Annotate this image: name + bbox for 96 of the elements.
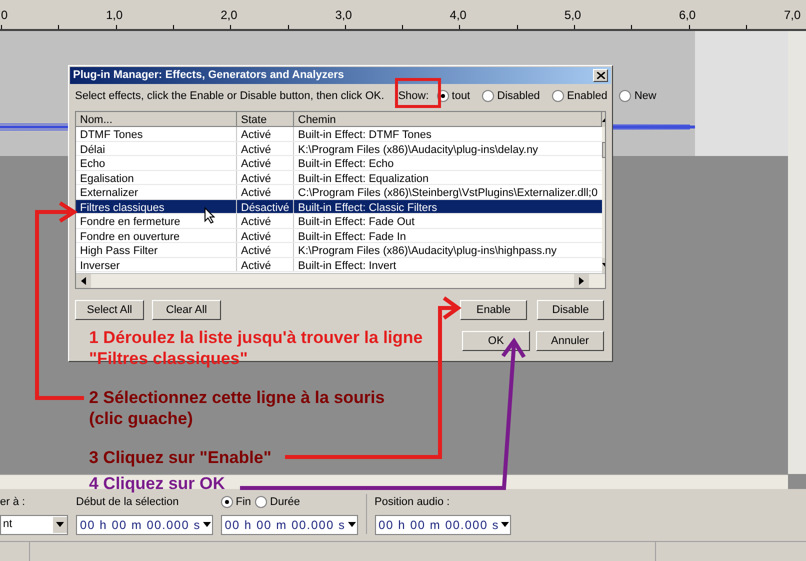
radio-button[interactable] (552, 90, 564, 102)
table-cell: Activé (237, 258, 294, 271)
instruction-step: 4 Cliquez sur OK (89, 473, 226, 494)
table-cell: Délai (76, 142, 237, 155)
radio-label: Durée (270, 495, 300, 510)
plugin-row[interactable]: Egalisation Activé Built-in Effect: Equalization (76, 170, 602, 185)
selection-start-label: Début de la sélection (76, 495, 180, 510)
plugin-row[interactable]: Fondre en ouverture Activé Built-in Effect: Fade In (76, 228, 602, 243)
mouse-pointer-icon (204, 207, 215, 224)
table-cell: Activé (237, 228, 294, 242)
show-label: Show: (398, 88, 429, 104)
cancel-button[interactable]: Annuler (536, 331, 604, 351)
ruler-label: 2,0 (220, 7, 238, 24)
table-cell: High Pass Filter (76, 243, 237, 256)
table-cell: Désactivé (237, 200, 294, 213)
highlight-frame (395, 78, 441, 108)
instruction-step: 3 Cliquez sur "Enable" (89, 447, 272, 468)
table-cell-text: Built-in Effect: Classic Filters (297, 200, 438, 213)
filter-label: Disabled (497, 88, 540, 104)
dropdown-arrow-icon[interactable] (56, 520, 64, 528)
filter-label: tout (452, 88, 470, 104)
timeline-ruler[interactable]: 0 1,0 2,0 3,0 4,0 5,0 6,0 7,0 (0, 0, 806, 31)
time-field[interactable]: 00 h 00 m 00.000 s (374, 514, 512, 534)
snap-label: er à : (0, 495, 26, 510)
ruler-label: 7,0 (784, 7, 801, 24)
table-cell: Fondre en ouverture (76, 228, 237, 242)
table-cell: Inverser (76, 258, 237, 271)
table-cell: DTMF Tones (76, 127, 237, 140)
table-cell: Echo (76, 156, 237, 170)
table-cell: Egalisation (76, 170, 237, 184)
scroll-right-button[interactable] (574, 274, 589, 288)
snap-dropdown[interactable]: nt (0, 514, 68, 534)
column-header[interactable]: State (237, 112, 294, 127)
dropdown-arrow-icon[interactable] (348, 520, 356, 528)
plugin-row[interactable]: High Pass Filter Activé K:\Program Files (x86)\Audacity\plug-ins\highpass.ny (76, 243, 602, 258)
radio-button[interactable] (482, 90, 494, 102)
table-cell: Activé (237, 170, 294, 184)
plugin-row[interactable]: Inverser Activé Built-in Effect: Invert (76, 258, 602, 272)
plugin-row[interactable]: Filtres classiques Désactivé Built-in Effect: Classic Filters (76, 200, 602, 214)
time-field[interactable]: 00 h 00 m 00.000 s (76, 514, 213, 534)
column-header[interactable]: Chemin (294, 112, 602, 127)
table-cell: Activé (237, 185, 294, 198)
table-cell-text: C:\Program Files (x86)\Steinberg\VstPlugins\Externalizer.dll;0 (297, 186, 599, 198)
filter-label: Enabled (566, 88, 608, 104)
table-cell: Activé (237, 156, 294, 170)
time-value: 00 h 00 m 00.000 s (80, 516, 201, 534)
close-button[interactable] (593, 69, 608, 82)
enable-button[interactable]: Enable (460, 300, 527, 320)
table-cell-text: K:\Program Files (x86)\Audacity\plug-ins\highpass.ny (297, 244, 558, 256)
plugin-row[interactable]: Echo Activé Built-in Effect: Echo (76, 156, 602, 170)
vertical-scrollbar[interactable] (788, 31, 806, 156)
list-horizontal-scrollbar[interactable] (76, 273, 605, 288)
ruler-label: 3,0 (335, 7, 352, 24)
time-field[interactable]: 00 h 00 m 00.000 s (220, 514, 358, 534)
ok-button[interactable]: OK (462, 331, 530, 351)
table-cell: Activé (237, 214, 294, 228)
time-value: 00 h 00 m 00.000 s (378, 516, 500, 534)
table-cell-text: Built-in Effect: DTMF Tones (297, 128, 432, 140)
vertical-scrollbar[interactable] (788, 156, 806, 474)
audio-position-label: Position audio : (374, 495, 451, 510)
scroll-left-icon[interactable] (80, 277, 88, 285)
radio-button[interactable] (220, 496, 233, 508)
table-cell: Activé (237, 142, 294, 155)
table-cell-text: Built-in Effect: Fade In (297, 230, 408, 242)
filter-label: New (634, 88, 656, 104)
radio-label: Fin (236, 495, 252, 510)
table-cell: Activé (237, 243, 294, 256)
table-cell-text: Built-in Effect: Equalization (297, 172, 430, 184)
table-cell-text: K:\Program Files (x86)\Audacity\plug-ins\delay.ny (297, 142, 540, 155)
radio-button[interactable] (255, 496, 268, 508)
close-icon (596, 72, 604, 79)
table-cell-text: Built-in Effect: Fade Out (297, 215, 416, 228)
scroll-left-button[interactable] (76, 274, 91, 288)
select-all-button[interactable]: Select All (75, 300, 144, 320)
scroll-right-icon[interactable] (578, 277, 586, 285)
dropdown-arrow-icon[interactable] (501, 520, 510, 528)
plugin-row[interactable]: Délai Activé K:\Program Files (x86)\Audacity\plug-ins\delay.ny (76, 142, 602, 156)
ruler-label: 4,0 (450, 7, 466, 24)
dropdown-button[interactable] (53, 516, 67, 532)
table-cell: Activé (237, 127, 294, 140)
instruction-text: Select effects, click the Enable or Disable button, then click OK. (75, 88, 384, 104)
instruction-step: 2 Sélectionnez cette ligne à la souris (clic guache) (89, 387, 385, 429)
column-header[interactable]: Nom... (76, 112, 237, 127)
time-value: 00 h 00 m 00.000 s (224, 516, 346, 534)
ruler-label: 6,0 (679, 7, 696, 24)
plugin-row[interactable]: DTMF Tones Activé Built-in Effect: DTMF Tones (76, 127, 602, 142)
ruler-label: 5,0 (564, 7, 582, 24)
clear-all-button[interactable]: Clear All (152, 300, 221, 320)
table-cell: Externalizer (76, 185, 237, 198)
dialog-title: Plug-in Manager: Effects, Generators and Analyzers (73, 68, 344, 84)
disable-button[interactable]: Disable (537, 300, 604, 320)
ruler-label: 0 (1, 7, 8, 24)
table-cell-text: Built-in Effect: Invert (297, 258, 398, 271)
table-cell-text: Built-in Effect: Echo (297, 157, 395, 170)
ruler-label: 1,0 (106, 7, 123, 24)
dropdown-arrow-icon[interactable] (202, 520, 211, 528)
